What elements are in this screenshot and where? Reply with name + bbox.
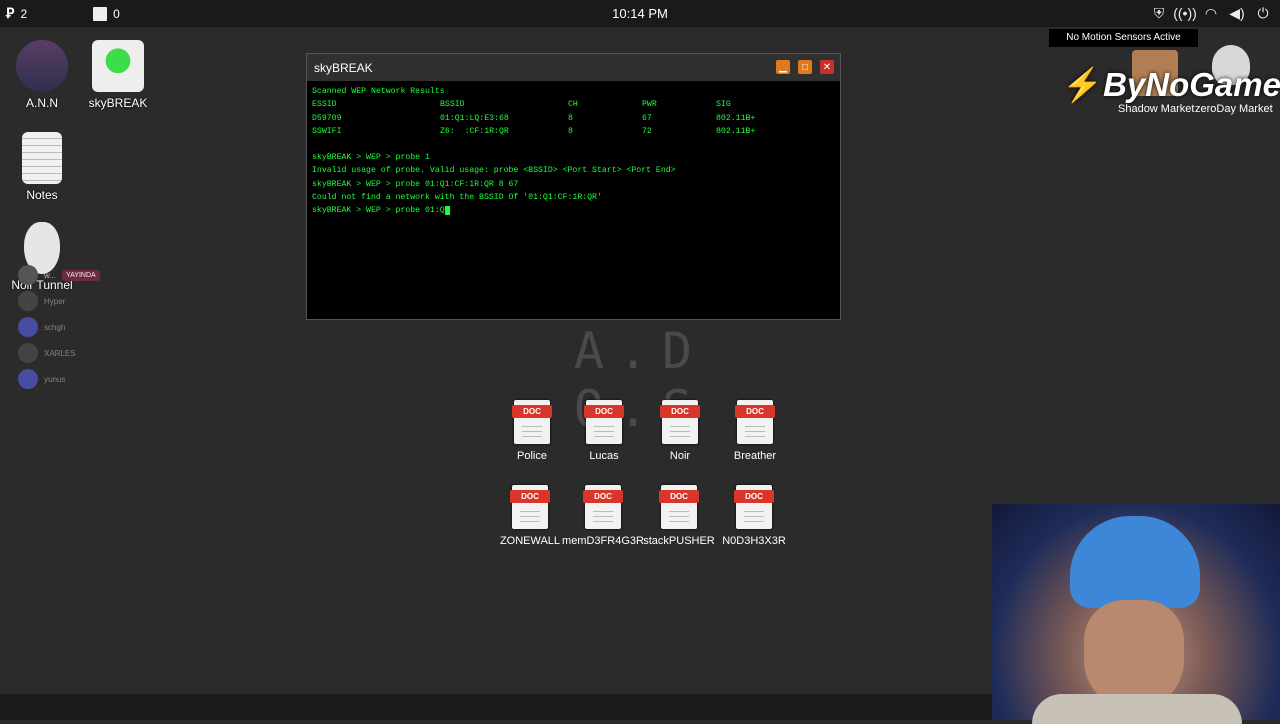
doc-tag: DOC: [583, 490, 623, 503]
cell-sig: 802.11B+: [716, 113, 756, 123]
doc-tag: DOC: [734, 490, 774, 503]
document-icon: DOC: [583, 485, 623, 529]
webcam-beanie: [1070, 516, 1200, 608]
document-icon: DOC: [584, 400, 624, 444]
doc-tag: DOC: [660, 405, 700, 418]
brand-text: ByNoGame: [1103, 66, 1280, 103]
voice-user-name: yunus: [44, 374, 66, 384]
terminal-prompt[interactable]: skyBREAK > WEP > probe 01:Q: [312, 204, 835, 217]
close-button[interactable]: ✕: [820, 60, 834, 74]
doc-label: N0D3H3X3R: [722, 535, 786, 547]
document-icon: DOC: [735, 400, 775, 444]
broadcast-icon[interactable]: ((•)): [1173, 4, 1197, 22]
voice-chat-overlay: w... YAYINDA Hyper schgh XARLES yunus: [18, 262, 118, 392]
power-icon[interactable]: ⏻: [1254, 4, 1272, 22]
minimize-button[interactable]: ▁: [776, 60, 790, 74]
agent-avatar-icon: [16, 40, 68, 92]
terminal-header: Scanned WEP Network Results: [312, 87, 445, 96]
terminal-log-line: Invalid usage of probe. Valid usage: pro…: [312, 166, 676, 176]
cell-essid: D59709: [312, 113, 342, 123]
doc-file-nodehexer[interactable]: DOC N0D3H3X3R: [709, 485, 799, 547]
doc-file-breather[interactable]: DOC Breather: [710, 400, 800, 462]
desktop-icon-label: Notes: [26, 188, 58, 202]
document-icon: DOC: [659, 485, 699, 529]
top-bar: Ꝑ 2 0 10:14 PM ⛨ ((•)) ◠ ◀) ⏻: [0, 0, 1280, 27]
doc-label: Breather: [733, 450, 777, 462]
desktop-icon-notes[interactable]: Notes: [7, 132, 77, 202]
cell-ch: 8: [568, 126, 573, 136]
document-icon: DOC: [660, 400, 700, 444]
voice-user-name: Hyper: [44, 296, 66, 306]
voice-user-name: w...: [44, 270, 57, 280]
voice-user-name: XARLES: [44, 348, 76, 358]
terminal-log-line: Could not find a network with the BSSID …: [312, 193, 602, 203]
brand-bolt-icon: ⚡: [1062, 66, 1104, 103]
avatar: [18, 317, 38, 337]
document-icon: DOC: [510, 485, 550, 529]
skybreak-window[interactable]: skyBREAK ▁ □ ✕ Scanned WEP Network Resul…: [306, 53, 841, 320]
terminal-column-headers: ESSID BSSID CH PWR SIG: [312, 98, 835, 111]
desktop-icon-label: skyBREAK: [88, 96, 148, 110]
text-cursor: [444, 205, 450, 215]
doc-tag: DOC: [510, 490, 550, 503]
column-bssid: BSSID: [440, 100, 465, 110]
column-essid: ESSID: [312, 100, 337, 110]
desktop-icon-label: A.N.N: [25, 96, 58, 110]
clock: 10:14 PM: [612, 6, 668, 21]
column-pwr: PWR: [642, 100, 657, 110]
cell-ch: 8: [568, 113, 573, 123]
live-badge: YAYINDA: [62, 269, 100, 281]
wifi-icon[interactable]: ◠: [1202, 4, 1220, 22]
cell-bssid: Z6: :CF:1R:QR: [440, 126, 509, 136]
cell-pwr: 67: [642, 113, 652, 123]
document-icon: DOC: [512, 400, 552, 444]
doc-tag: DOC: [735, 405, 775, 418]
webcam-feed: [992, 504, 1280, 724]
doc-tag: DOC: [659, 490, 699, 503]
window-title-bar[interactable]: skyBREAK ▁ □ ✕: [307, 54, 840, 81]
avatar: [18, 343, 38, 363]
volume-icon[interactable]: ◀): [1228, 4, 1246, 22]
bottom-bar: [0, 694, 992, 720]
document-icon: DOC: [734, 485, 774, 529]
network-row: D59709 01:Q1:LQ:E3:68 8 67 802.11B+: [312, 112, 835, 125]
column-sig: SIG: [716, 100, 731, 110]
doc-tag: DOC: [584, 405, 624, 418]
avatar: [18, 369, 38, 389]
wifi-lock-icon: [92, 40, 144, 92]
terminal-log-line: skyBREAK > WEP > probe 01:Q1:CF:1R:QR 8 …: [312, 179, 519, 189]
cell-pwr: 72: [642, 126, 652, 136]
zeroday-market-label[interactable]: zeroDay Market: [1195, 103, 1273, 115]
motion-sensor-notification: No Motion Sensors Active: [1049, 29, 1198, 47]
cell-sig: 802.11B+: [716, 126, 756, 136]
doc-tag: DOC: [512, 405, 552, 418]
window-title: skyBREAK: [314, 60, 373, 75]
column-ch: CH: [568, 100, 578, 110]
desktop-icon-skybreak[interactable]: skyBREAK: [83, 40, 153, 110]
avatar: [18, 265, 38, 285]
cell-essid: SSWIFI: [312, 126, 342, 136]
avatar: [18, 291, 38, 311]
brand-logo: ⚡ByNoGame: [1062, 66, 1280, 105]
shadow-market-label[interactable]: Shadow Market: [1118, 103, 1194, 115]
prompt-text: skyBREAK > WEP > probe 01:Q: [312, 206, 445, 216]
network-row: SSWIFI Z6: :CF:1R:QR 8 72 802.11B+: [312, 125, 835, 138]
voice-user-name: schgh: [44, 322, 66, 332]
terminal-output[interactable]: Scanned WEP Network Results ESSID BSSID …: [307, 81, 840, 222]
notepad-icon: [22, 132, 62, 184]
terminal-log-line: skyBREAK > WEP > probe 1: [312, 153, 430, 163]
shield-icon[interactable]: ⛨: [1150, 4, 1168, 22]
maximize-button[interactable]: □: [798, 60, 812, 74]
desktop-icon-ann[interactable]: A.N.N: [7, 40, 77, 110]
cell-bssid: 01:Q1:LQ:E3:68: [440, 113, 509, 123]
